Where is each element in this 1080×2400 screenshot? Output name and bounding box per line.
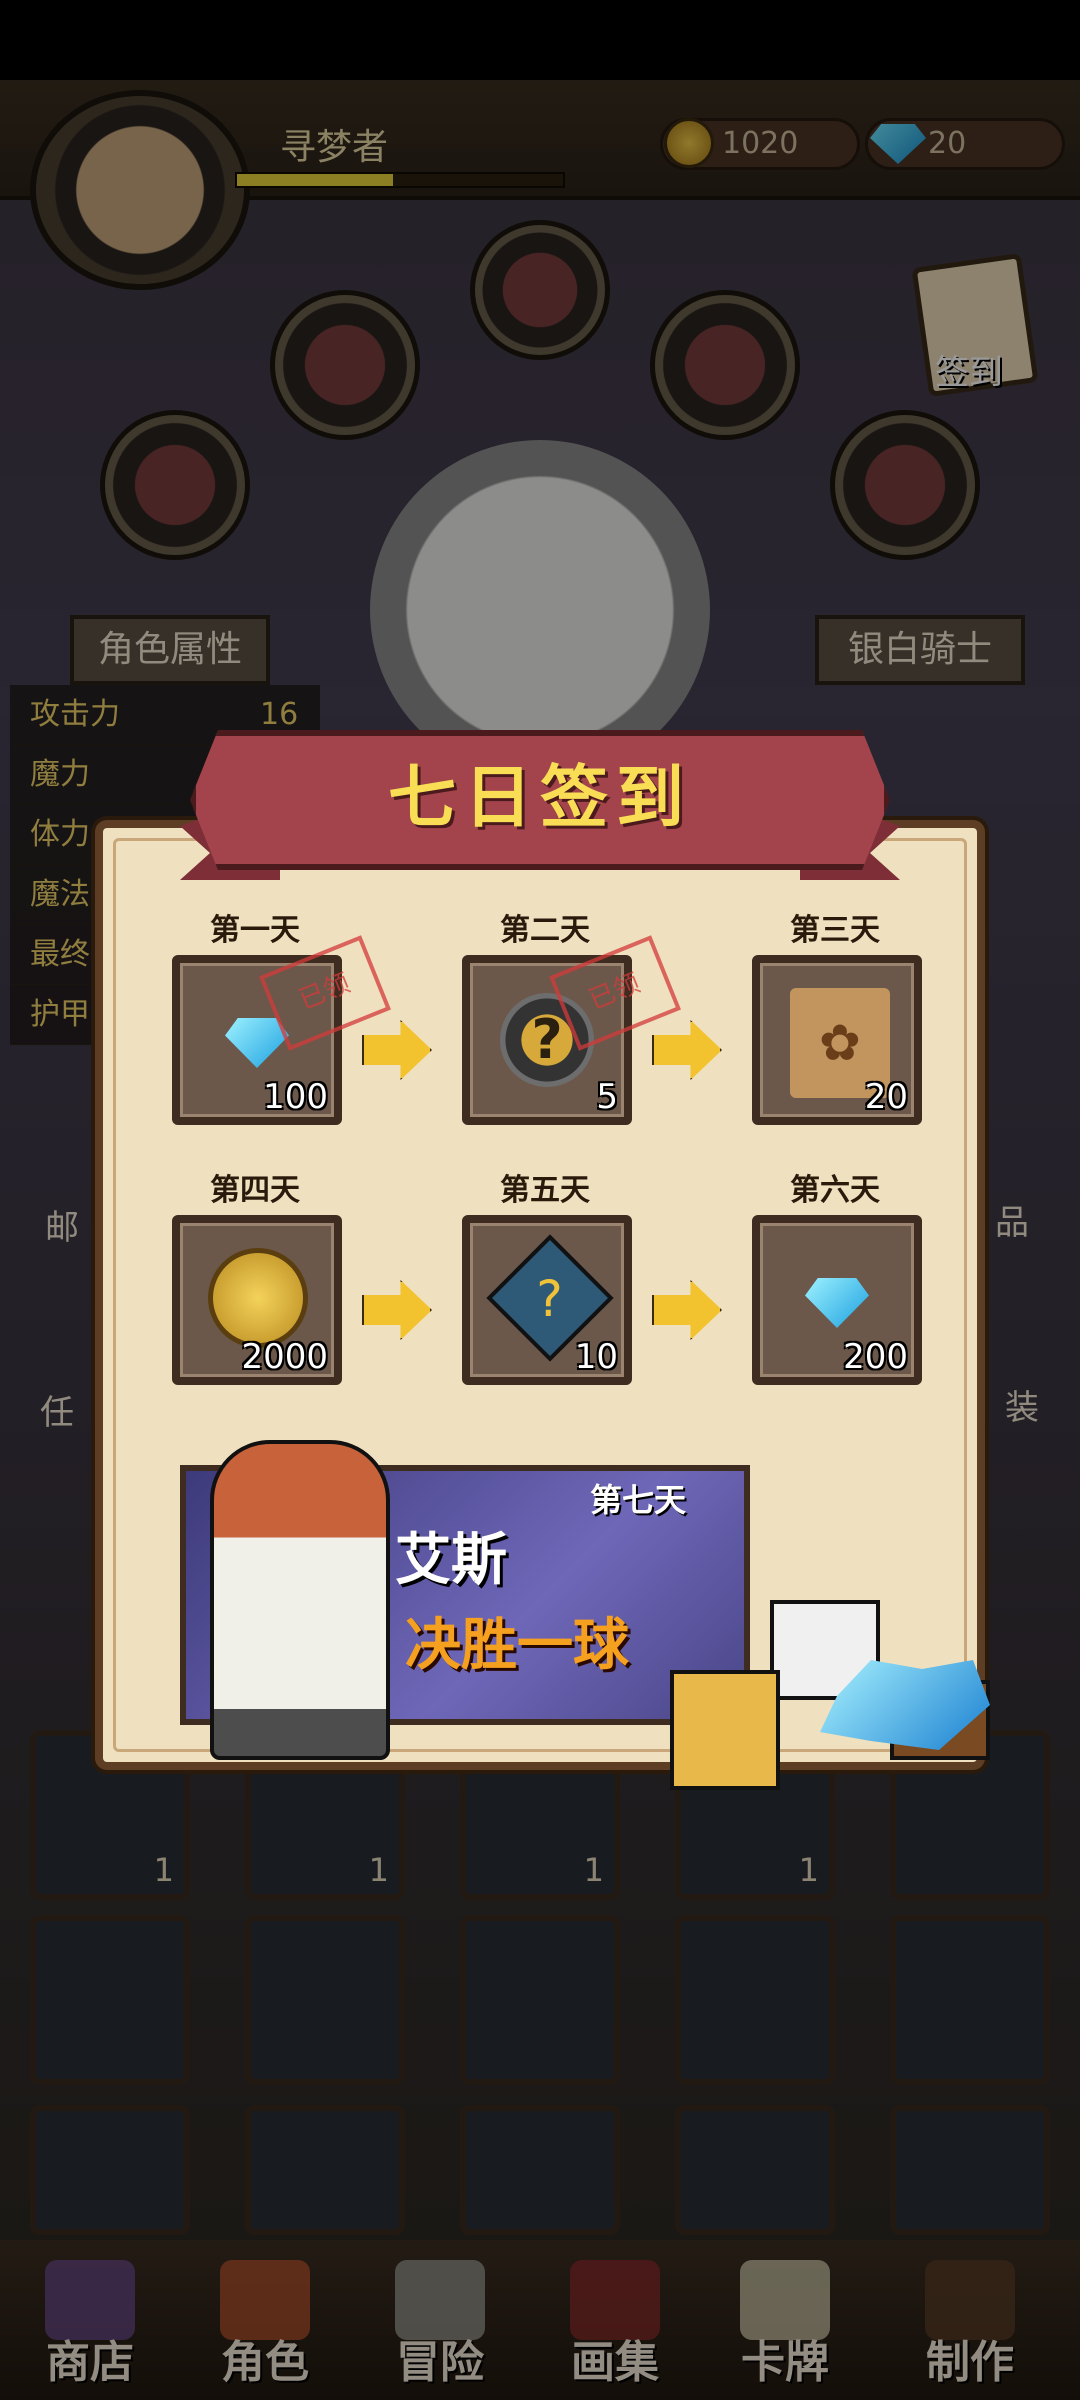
reward-quantity: 20 [864,1077,908,1117]
reward-day-4[interactable]: 2000 [172,1215,342,1385]
reward-quantity: 200 [843,1337,908,1377]
hero-name: 艾斯 [395,1527,507,1593]
day-label: 第七天 [590,1481,687,1519]
reward-quantity: 100 [263,1077,328,1117]
gift-box-icon [670,1670,780,1790]
reward-quantity: 10 [574,1337,618,1377]
dialog-title: 七日签到 [387,758,692,838]
coin-icon [208,1248,308,1348]
hero-cat-art [210,1440,390,1760]
day-label: 第三天 [790,913,880,948]
reward-day-5[interactable]: ? 10 [462,1215,632,1385]
reward-day-2[interactable]: ? 5 已领 [462,935,681,1125]
day-label: 第四天 [210,1173,300,1208]
reward-day-3[interactable]: ✿ 20 [752,955,922,1125]
day-label: 第二天 [500,913,590,948]
reward-day-1[interactable]: 100 已领 [172,935,391,1125]
reward-quantity: 5 [596,1077,618,1117]
reward-day-6[interactable]: 200 [752,1215,922,1385]
day-label: 第五天 [500,1173,590,1208]
hero-skill-name: 决胜一球 [405,1612,629,1678]
gem-icon [805,1278,869,1328]
gift-bundle-art [670,1590,1000,1800]
day-label: 第一天 [210,913,300,948]
reward-quantity: 2000 [241,1337,328,1377]
day-label: 第六天 [790,1173,880,1208]
